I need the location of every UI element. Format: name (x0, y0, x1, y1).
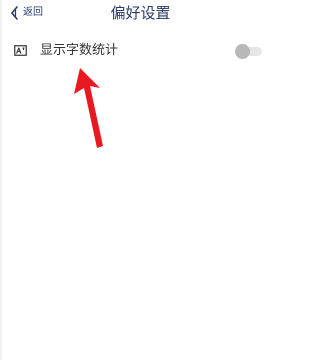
word-count-toggle[interactable] (234, 44, 262, 59)
back-label: 返回 (23, 7, 43, 18)
word-count-label: 显示字数统计 (40, 43, 119, 58)
preferences-screen: 返回 偏好设置 显示字数统计 (0, 0, 281, 360)
toggle-knob (235, 44, 250, 59)
text-stats-icon (14, 45, 27, 56)
back-button[interactable]: 返回 (10, 4, 43, 22)
setting-row-word-count[interactable]: 显示字数统计 (0, 38, 281, 66)
navigation-bar: 返回 偏好设置 (0, 0, 281, 28)
red-arrow-annotation (70, 62, 110, 156)
chevron-left-icon (10, 6, 19, 20)
